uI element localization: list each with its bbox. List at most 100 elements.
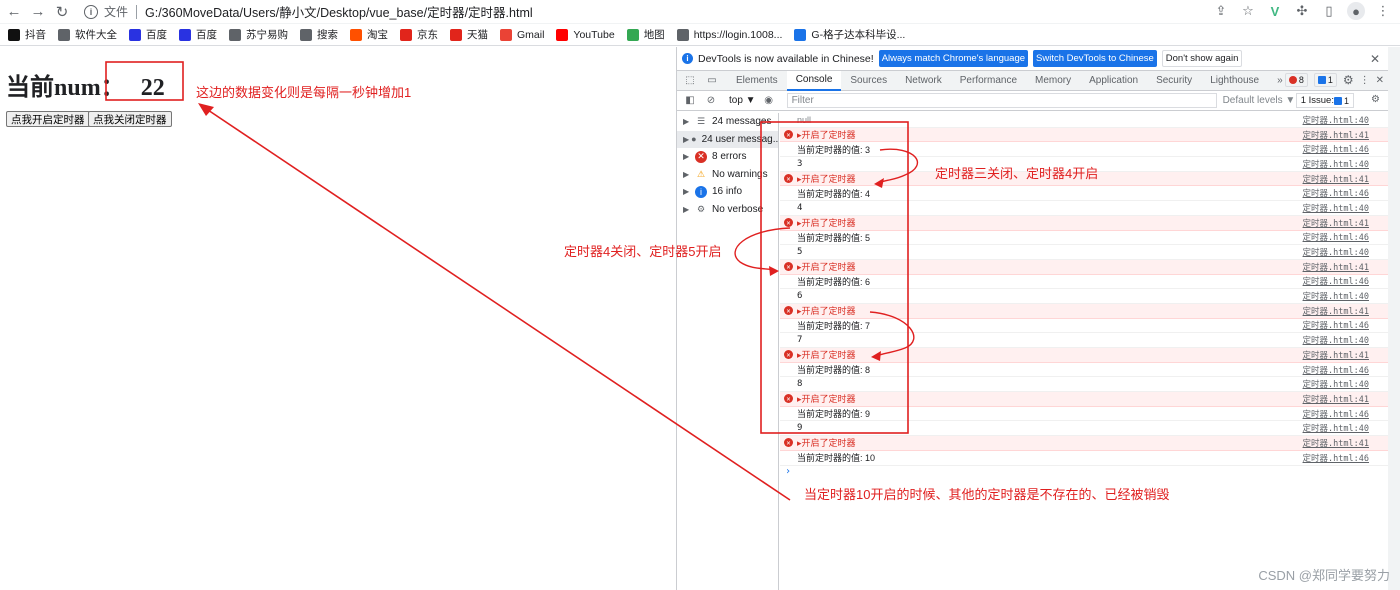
console-log-row[interactable]: 5 定时器.html:40 [780, 245, 1389, 260]
source-link[interactable]: 定时器.html:46 [1303, 319, 1369, 331]
switch-chinese-button[interactable]: Switch DevTools to Chinese [1033, 50, 1157, 67]
sidebar-filter-item[interactable]: ▶ ● 24 user messag... [677, 130, 778, 148]
source-link[interactable]: 定时器.html:40 [1303, 290, 1369, 302]
inspect-icon[interactable]: ⬚ [681, 74, 699, 88]
clear-console-icon[interactable]: ⊘ [703, 95, 719, 106]
expand-icon[interactable]: ▶ [683, 152, 693, 161]
error-badge[interactable]: 8 [1284, 73, 1308, 87]
bookmark-item[interactable]: 地图 [626, 27, 665, 42]
kebab-icon[interactable]: ⋮ [1360, 75, 1370, 86]
source-link[interactable]: 定时器.html:46 [1303, 231, 1369, 243]
console-log-row[interactable]: 当前定时器的值: 8 定时器.html:46 [780, 363, 1389, 378]
tab-performance[interactable]: Performance [951, 71, 1026, 91]
close-devtools-icon[interactable]: ✕ [1376, 75, 1384, 86]
tab-elements[interactable]: Elements [727, 71, 787, 91]
expand-icon[interactable]: ▶ [683, 117, 693, 126]
sidebar-filter-item[interactable]: ▶ i 16 info [677, 183, 778, 201]
share-icon[interactable]: ⇪ [1212, 2, 1230, 20]
bookmark-item[interactable]: 百度 [129, 27, 167, 42]
vue-devtools-icon[interactable]: V [1266, 2, 1284, 20]
source-link[interactable]: 定时器.html:40 [1303, 378, 1369, 390]
info-icon[interactable]: i [84, 4, 98, 19]
source-link[interactable]: 定时器.html:41 [1303, 217, 1369, 229]
source-link[interactable]: 定时器.html:41 [1303, 305, 1369, 317]
source-link[interactable]: 定时器.html:40 [1303, 114, 1369, 126]
console-log-row[interactable]: 当前定时器的值: 9 定时器.html:46 [780, 407, 1389, 422]
source-link[interactable]: 定时器.html:40 [1303, 202, 1369, 214]
source-link[interactable]: 定时器.html:41 [1303, 261, 1369, 273]
settings-icon[interactable]: ⚙ [1343, 73, 1354, 87]
bookmark-item[interactable]: YouTube [556, 28, 615, 41]
console-settings-icon[interactable]: ⚙ [1371, 94, 1380, 105]
expand-icon[interactable]: ▶ [683, 205, 693, 214]
bookmark-item[interactable]: 天猫 [450, 27, 488, 42]
message-badge[interactable]: 1 [1313, 73, 1337, 87]
expand-icon[interactable]: ▶ [683, 187, 693, 196]
dont-show-button[interactable]: Don't show again [1161, 50, 1243, 67]
console-log-row[interactable]: 6 定时器.html:40 [780, 289, 1389, 304]
issues-button[interactable]: 1 Issue: 1 [1295, 93, 1354, 108]
console-error-row[interactable]: ✕ ▸开启了定时器 定时器.html:41 [780, 348, 1389, 363]
bookmark-item[interactable]: 软件大全 [58, 27, 117, 42]
source-link[interactable]: 定时器.html:41 [1303, 349, 1369, 361]
expand-icon[interactable]: ▶ [683, 135, 689, 144]
extensions-icon[interactable]: ✣ [1293, 2, 1311, 20]
levels-dropdown[interactable]: Default levels ▼ [1223, 95, 1296, 106]
source-link[interactable]: 定时器.html:41 [1303, 437, 1369, 449]
source-link[interactable]: 定时器.html:46 [1303, 143, 1369, 155]
match-language-button[interactable]: Always match Chrome's language [878, 50, 1029, 67]
source-link[interactable]: 定时器.html:40 [1303, 246, 1369, 258]
console-log-row[interactable]: null 定时器.html:40 [780, 113, 1389, 128]
source-link[interactable]: 定时器.html:46 [1303, 452, 1369, 464]
sidebar-filter-item[interactable]: ▶ ☰ 24 messages [677, 113, 778, 131]
device-toggle-icon[interactable]: ▭ [703, 74, 721, 88]
console-log-row[interactable]: 8 定时器.html:40 [780, 377, 1389, 393]
source-link[interactable]: 定时器.html:46 [1303, 275, 1369, 287]
source-link[interactable]: 定时器.html:40 [1303, 158, 1369, 170]
source-link[interactable]: 定时器.html:46 [1303, 364, 1369, 376]
bookmark-item[interactable]: https://login.1008... [676, 28, 782, 41]
source-link[interactable]: 定时器.html:40 [1303, 334, 1369, 346]
console-error-row[interactable]: ✕ ▸开启了定时器 定时器.html:41 [780, 436, 1389, 451]
console-log-row[interactable]: 当前定时器的值: 10 定时器.html:46 [780, 451, 1389, 466]
console-log-row[interactable]: 9 定时器.html:40 [780, 421, 1389, 437]
url-text[interactable]: G:/360MoveData/Users/静小文/Desktop/vue_bas… [145, 2, 533, 21]
bookmark-item[interactable]: 苏宁易购 [229, 27, 288, 42]
tab-security[interactable]: Security [1147, 71, 1201, 91]
console-log-row[interactable]: 当前定时器的值: 7 定时器.html:46 [780, 319, 1389, 334]
console-log-row[interactable]: 当前定时器的值: 6 定时器.html:46 [780, 275, 1389, 290]
context-selector[interactable]: top ▼ [729, 95, 756, 106]
sidebar-filter-item[interactable]: ▶ ⚠ No warnings [677, 166, 778, 184]
expand-icon[interactable]: ▶ [683, 170, 693, 179]
console-error-row[interactable]: ✕ ▸开启了定时器 定时器.html:41 [780, 303, 1389, 319]
stop-timer-button[interactable]: 点我关闭定时器 [88, 111, 172, 127]
console-log-row[interactable]: 当前定时器的值: 4 定时器.html:46 [780, 186, 1389, 202]
source-link[interactable]: 定时器.html:41 [1303, 173, 1369, 185]
sidepanel-icon[interactable]: ▯ [1320, 2, 1338, 20]
tab-console[interactable]: Console [786, 70, 842, 91]
source-link[interactable]: 定时器.html:40 [1303, 422, 1369, 434]
close-icon[interactable]: ✕ [1370, 52, 1380, 66]
source-link[interactable]: 定时器.html:46 [1303, 187, 1369, 199]
start-timer-button[interactable]: 点我开启定时器 [6, 111, 90, 127]
bookmark-item[interactable]: 搜索 [300, 27, 338, 42]
filter-input[interactable]: Filter [786, 93, 1217, 108]
console-error-row[interactable]: ✕ ▸开启了定时器 定时器.html:41 [780, 259, 1389, 275]
menu-icon[interactable]: ⋮ [1374, 2, 1392, 20]
bookmark-item[interactable]: 淘宝 [350, 27, 388, 42]
source-link[interactable]: 定时器.html:46 [1303, 408, 1369, 420]
source-link[interactable]: 定时器.html:41 [1303, 129, 1369, 141]
sidebar-filter-item[interactable]: ▶ ✕ 8 errors [677, 148, 778, 166]
bookmark-item[interactable]: 京东 [400, 27, 438, 42]
bookmark-item[interactable]: G-格子达本科毕设... [794, 27, 905, 42]
console-error-row[interactable]: ✕ ▸开启了定时器 定时器.html:41 [780, 127, 1389, 143]
profile-icon[interactable]: ● [1347, 2, 1365, 20]
console-error-row[interactable]: ✕ ▸开启了定时器 定时器.html:41 [780, 215, 1389, 231]
omnibox[interactable]: i 文件 G:/360MoveData/Users/静小文/Desktop/vu… [84, 1, 1264, 23]
bookmark-item[interactable]: 抖音 [8, 27, 46, 42]
console-error-row[interactable]: ✕ ▸开启了定时器 定时器.html:41 [780, 392, 1389, 407]
console-log-row[interactable]: 当前定时器的值: 3 定时器.html:46 [780, 142, 1389, 158]
tab-memory[interactable]: Memory [1026, 71, 1080, 91]
console-log-row[interactable]: 7 定时器.html:40 [780, 333, 1389, 348]
tab-network[interactable]: Network [896, 71, 951, 91]
